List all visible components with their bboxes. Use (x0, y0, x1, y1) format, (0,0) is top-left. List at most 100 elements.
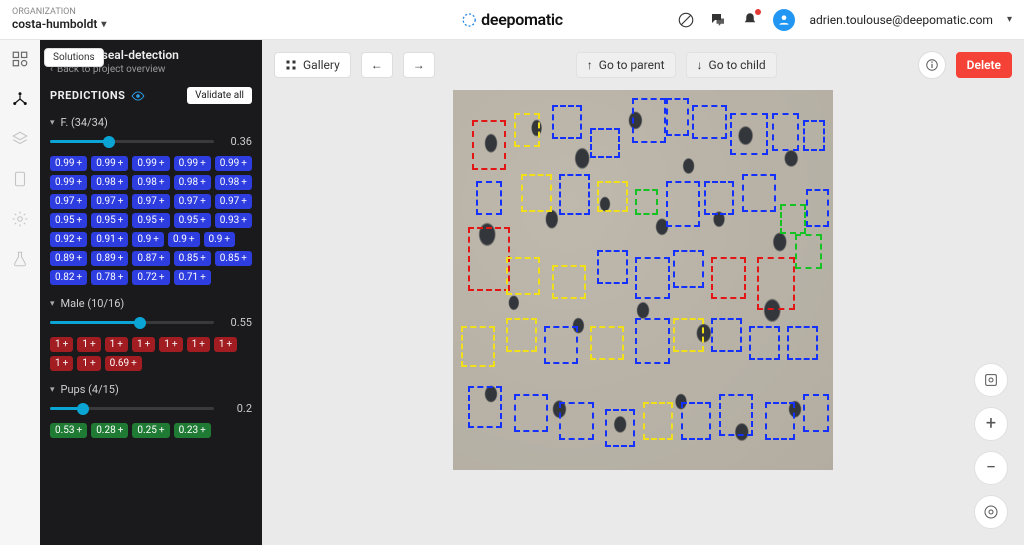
slider-track[interactable] (50, 321, 214, 324)
slider-thumb[interactable] (103, 136, 115, 148)
flask-icon[interactable] (11, 250, 29, 268)
score-chip[interactable]: 1+ (77, 356, 100, 371)
bounding-box[interactable] (757, 257, 795, 310)
chat-icon[interactable] (709, 11, 727, 29)
score-chip[interactable]: 0.89+ (91, 251, 128, 266)
bounding-box[interactable] (635, 257, 669, 299)
score-chip[interactable]: 0.87+ (132, 251, 169, 266)
bounding-box[interactable] (597, 250, 627, 284)
score-chip[interactable]: 0.99+ (132, 156, 169, 171)
score-chip[interactable]: 0.97+ (174, 194, 211, 209)
score-chip[interactable]: 1+ (50, 356, 73, 371)
chevron-down-icon[interactable]: ▾ (1007, 14, 1012, 25)
zoom-out-button[interactable]: − (974, 451, 1008, 485)
bounding-box[interactable] (552, 265, 586, 299)
info-button[interactable] (918, 51, 946, 79)
next-button[interactable]: → (403, 52, 435, 78)
bounding-box[interactable] (681, 402, 711, 440)
score-chip[interactable]: 0.85+ (174, 251, 211, 266)
visibility-icon[interactable] (131, 89, 145, 103)
bounding-box[interactable] (711, 257, 745, 299)
score-chip[interactable]: 0.91+ (91, 232, 128, 247)
prev-button[interactable]: ← (361, 52, 393, 78)
score-chip[interactable]: 0.98+ (91, 175, 128, 190)
slider-thumb[interactable] (77, 403, 89, 415)
bounding-box[interactable] (632, 98, 666, 144)
bounding-box[interactable] (635, 189, 658, 216)
bounding-box[interactable] (711, 318, 741, 352)
bounding-box[interactable] (704, 181, 734, 215)
score-chip[interactable]: 0.89+ (50, 251, 87, 266)
bounding-box[interactable] (673, 250, 703, 288)
bell-icon[interactable] (741, 11, 759, 29)
score-chip[interactable]: 0.92+ (50, 232, 87, 247)
score-chip[interactable]: 1+ (77, 337, 100, 352)
threshold-slider-male[interactable]: 0.55 (50, 316, 252, 329)
score-chip[interactable]: 0.93+ (215, 213, 252, 228)
bounding-box[interactable] (461, 326, 495, 368)
user-email[interactable]: adrien.toulouse@deepomatic.com (809, 13, 992, 27)
score-chip[interactable]: 0.9+ (168, 232, 200, 247)
image-canvas[interactable] (453, 90, 833, 470)
bounding-box[interactable] (544, 326, 578, 364)
score-chip[interactable]: 0.99+ (174, 156, 211, 171)
score-chip[interactable]: 0.97+ (215, 194, 252, 209)
go-to-child-button[interactable]: ↓Go to child (686, 52, 777, 78)
bounding-box[interactable] (552, 105, 582, 139)
org-selector[interactable]: ORGANIZATION costa-humboldt ▾ (12, 8, 106, 31)
bounding-box[interactable] (472, 120, 506, 169)
score-chip[interactable]: 0.95+ (50, 213, 87, 228)
delete-button[interactable]: Delete (956, 52, 1012, 78)
score-chip[interactable]: 0.99+ (50, 175, 87, 190)
bounding-box[interactable] (521, 174, 551, 212)
avatar[interactable] (773, 9, 795, 31)
threshold-slider-pups[interactable]: 0.2 (50, 402, 252, 415)
score-chip[interactable]: 0.72+ (132, 270, 169, 285)
bounding-box[interactable] (590, 128, 620, 158)
score-chip[interactable]: 0.69+ (105, 356, 142, 371)
class-header-male[interactable]: ▾Male (10/16) (50, 297, 252, 310)
gallery-button[interactable]: Gallery (274, 52, 351, 78)
go-to-parent-button[interactable]: ↑Go to parent (576, 52, 676, 78)
help-button[interactable] (974, 495, 1008, 529)
score-chip[interactable]: 0.97+ (50, 194, 87, 209)
settings-icon[interactable] (11, 210, 29, 228)
score-chip[interactable]: 0.98+ (174, 175, 211, 190)
score-chip[interactable]: 1+ (50, 337, 73, 352)
bounding-box[interactable] (506, 318, 536, 352)
score-chip[interactable]: 0.99+ (50, 156, 87, 171)
bounding-box[interactable] (765, 402, 795, 440)
bounding-box[interactable] (559, 402, 593, 440)
score-chip[interactable]: 0.71+ (174, 270, 211, 285)
network-icon[interactable] (11, 90, 29, 108)
bounding-box[interactable] (605, 409, 635, 447)
score-chip[interactable]: 0.95+ (174, 213, 211, 228)
bounding-box[interactable] (514, 394, 548, 432)
threshold-slider-f[interactable]: 0.36 (50, 135, 252, 148)
score-chip[interactable]: 0.99+ (215, 156, 252, 171)
score-chip[interactable]: 0.97+ (91, 194, 128, 209)
slider-track[interactable] (50, 140, 214, 143)
fit-button[interactable] (974, 363, 1008, 397)
bounding-box[interactable] (468, 386, 502, 428)
score-chip[interactable]: 0.28+ (91, 423, 128, 438)
bounding-box[interactable] (803, 120, 826, 150)
score-chip[interactable]: 0.98+ (132, 175, 169, 190)
bounding-box[interactable] (749, 326, 779, 360)
slider-thumb[interactable] (134, 317, 146, 329)
tablet-icon[interactable] (11, 170, 29, 188)
bounding-box[interactable] (559, 174, 589, 216)
score-chip[interactable]: 1+ (105, 337, 128, 352)
bounding-box[interactable] (514, 113, 541, 147)
bounding-box[interactable] (787, 326, 817, 360)
score-chip[interactable]: 0.78+ (91, 270, 128, 285)
validate-all-button[interactable]: Validate all (187, 87, 252, 104)
zoom-in-button[interactable]: + (974, 407, 1008, 441)
class-header-pups[interactable]: ▾Pups (4/15) (50, 383, 252, 396)
class-header-f[interactable]: ▾F. (34/34) (50, 116, 252, 129)
block-icon[interactable] (677, 11, 695, 29)
score-chip[interactable]: 0.85+ (215, 251, 252, 266)
score-chip[interactable]: 0.53+ (50, 423, 87, 438)
score-chip[interactable]: 0.9+ (132, 232, 164, 247)
bounding-box[interactable] (780, 204, 807, 234)
